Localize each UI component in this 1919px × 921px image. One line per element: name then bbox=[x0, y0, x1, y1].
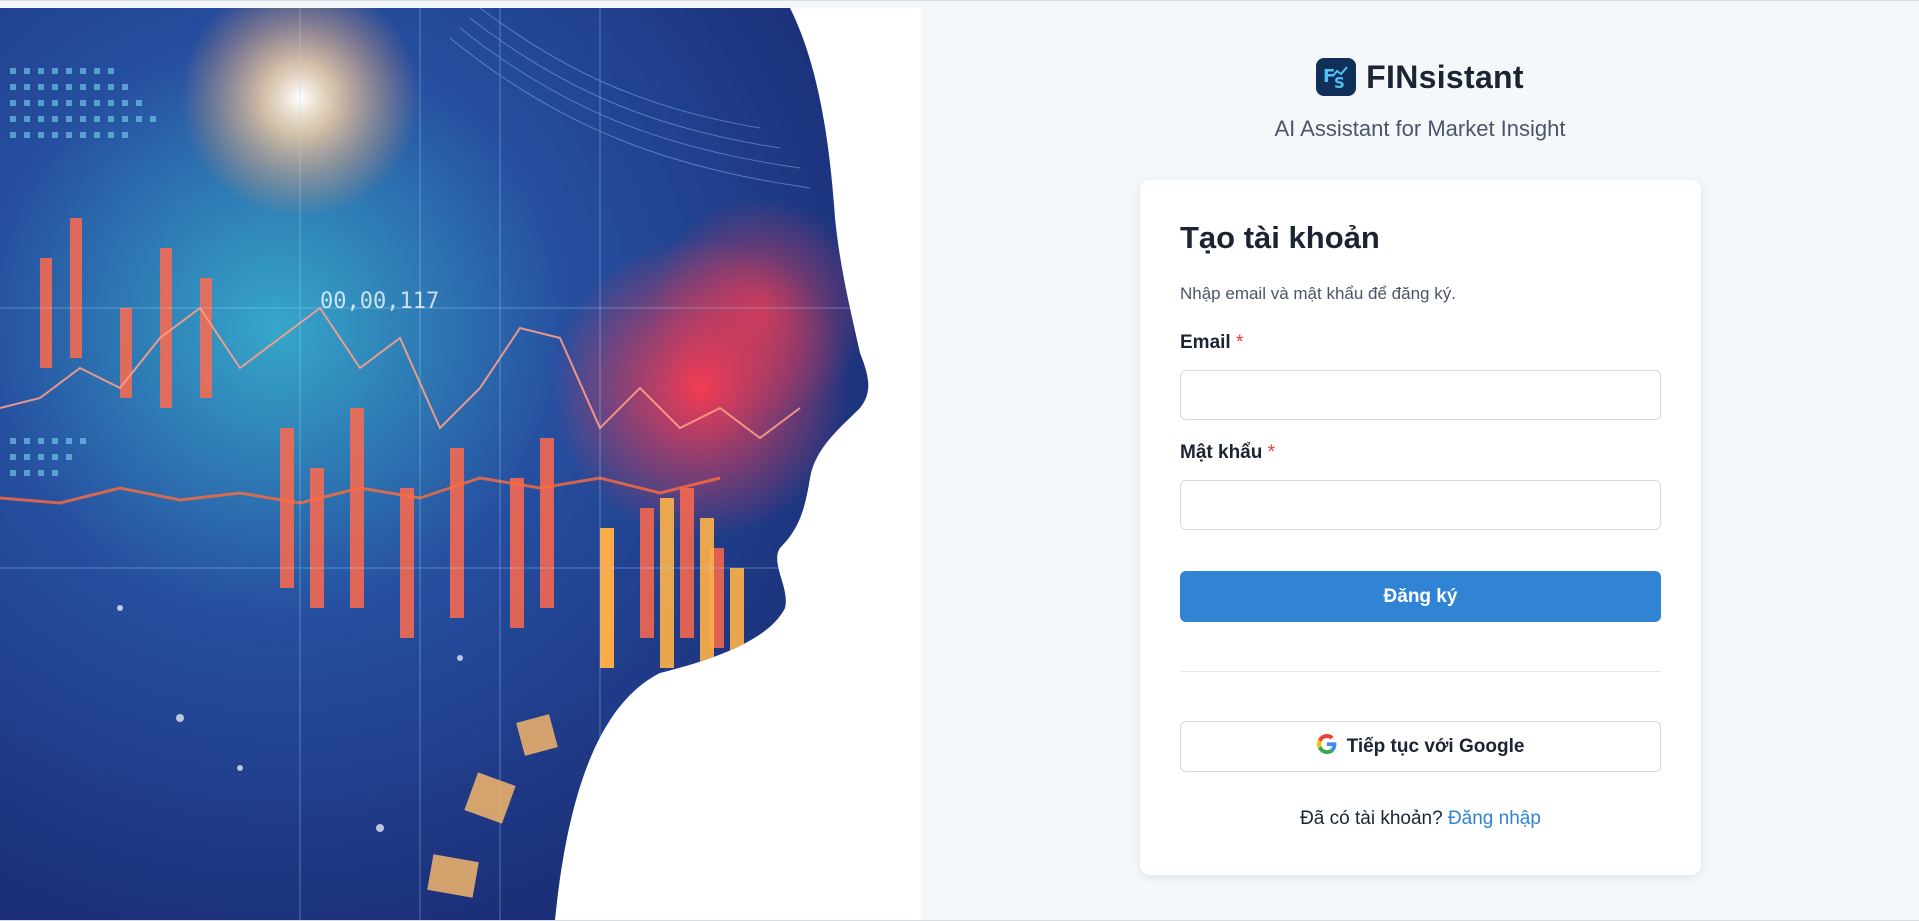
signup-page: 00,00,117 F S FINsistant AI Assistant fo… bbox=[0, 0, 1919, 921]
email-label: Email * bbox=[1180, 332, 1243, 354]
email-input[interactable] bbox=[1180, 370, 1661, 420]
brand-tagline: AI Assistant for Market Insight bbox=[1274, 116, 1566, 141]
password-input[interactable] bbox=[1180, 480, 1661, 530]
hero-overlay-text: 00,00,117 bbox=[320, 289, 439, 314]
svg-text:S: S bbox=[1334, 74, 1345, 92]
google-button-label: Tiếp tục với Google bbox=[1346, 735, 1525, 757]
fs-logo-icon: F S bbox=[1316, 58, 1357, 96]
password-required-mark: * bbox=[1267, 442, 1276, 463]
login-link[interactable]: Đăng nhập bbox=[1448, 808, 1541, 829]
password-label: Mật khẩu * bbox=[1180, 442, 1275, 464]
signup-panel: F S FINsistant AI Assistant for Market I… bbox=[921, 8, 1919, 920]
register-button[interactable]: Đăng ký bbox=[1180, 571, 1661, 622]
email-required-mark: * bbox=[1235, 332, 1244, 353]
hero-image: 00,00,117 bbox=[0, 8, 921, 920]
email-label-text: Email bbox=[1180, 332, 1231, 353]
brand-header: F S FINsistant bbox=[921, 58, 1919, 96]
card-title: Tạo tài khoản bbox=[1180, 220, 1380, 255]
login-prompt: Đã có tài khoản? Đăng nhập bbox=[1140, 808, 1701, 830]
brand-name: FINsistant bbox=[1366, 58, 1524, 95]
password-label-text: Mật khẩu bbox=[1180, 442, 1263, 463]
google-icon bbox=[1316, 733, 1337, 760]
signup-card: Tạo tài khoản Nhập email và mật khẩu để … bbox=[1140, 180, 1701, 875]
login-prompt-text: Đã có tài khoản? bbox=[1300, 808, 1443, 829]
google-signin-button[interactable]: Tiếp tục với Google bbox=[1180, 721, 1661, 772]
card-subtitle: Nhập email và mật khẩu để đăng ký. bbox=[1180, 284, 1456, 303]
divider bbox=[1180, 671, 1661, 672]
